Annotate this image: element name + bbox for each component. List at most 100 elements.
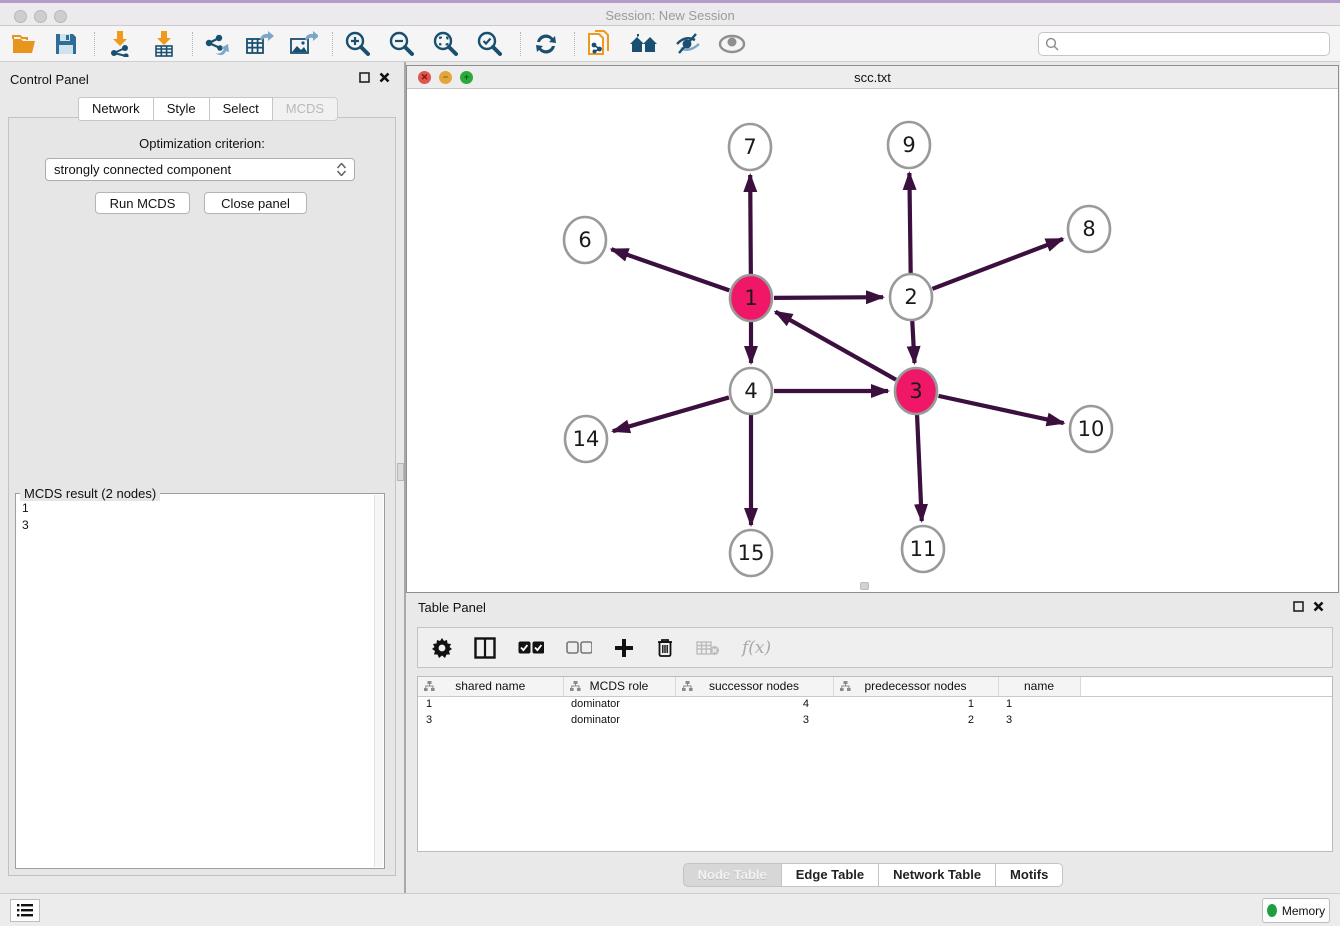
graph-node-1[interactable]: 1 [730, 275, 772, 321]
function-builder-icon: f(x) [742, 634, 771, 662]
graph-edge-2-3[interactable] [912, 320, 914, 363]
float-panel-icon[interactable] [359, 72, 370, 83]
graph-node-label: 11 [910, 537, 937, 561]
zoom-out-icon[interactable] [384, 30, 420, 58]
tab-edge-table[interactable]: Edge Table [782, 863, 879, 887]
column-header-predecessor-nodes[interactable]: predecessor nodes [833, 677, 998, 696]
table-toolbar: f(x) [417, 627, 1333, 668]
graph-edge-3-11[interactable] [917, 414, 922, 521]
table-row[interactable]: 3dominator323 [418, 712, 1332, 728]
network-graph-svg[interactable]: 7 9 6 8 1 2 4 3 14 10 15 11 [407, 89, 1338, 592]
splitter-grip[interactable] [397, 463, 404, 481]
graph-node-2[interactable]: 2 [890, 274, 932, 320]
column-header-name[interactable]: name [998, 677, 1080, 696]
graph-node-8[interactable]: 8 [1068, 206, 1110, 252]
column-layout-icon[interactable] [474, 634, 496, 662]
zoom-selected-icon[interactable] [472, 30, 508, 58]
float-table-panel-icon[interactable] [1293, 601, 1304, 612]
close-panel-button[interactable]: Close panel [204, 192, 307, 214]
column-header-successor-nodes[interactable]: successor nodes [675, 677, 833, 696]
tab-network[interactable]: Network [78, 97, 154, 121]
result-scrollbar[interactable] [374, 495, 383, 867]
tab-motifs[interactable]: Motifs [996, 863, 1063, 887]
export-image-icon[interactable] [286, 30, 322, 58]
close-table-panel-icon[interactable] [1313, 601, 1324, 612]
close-panel-icon[interactable] [379, 72, 390, 83]
graph-node-3[interactable]: 3 [895, 368, 937, 414]
graph-edge-3-10[interactable] [938, 396, 1063, 423]
show-panel-eye-icon[interactable] [714, 30, 750, 58]
graph-node-4[interactable]: 4 [730, 368, 772, 414]
table-row[interactable]: 1dominator411 [418, 696, 1332, 712]
graph-edge-1-2[interactable] [774, 297, 883, 298]
export-table-icon[interactable] [242, 30, 278, 58]
node-table[interactable]: shared nameMCDS rolesuccessor nodesprede… [417, 676, 1333, 852]
graph-node-14[interactable]: 14 [565, 416, 607, 462]
table-panel-title: Table Panel [418, 600, 486, 615]
graph-node-11[interactable]: 11 [902, 526, 944, 572]
graph-node-9[interactable]: 9 [888, 122, 930, 168]
column-header-MCDS-role[interactable]: MCDS role [563, 677, 675, 696]
graph-edge-1-6[interactable] [611, 249, 729, 290]
graph-edge-2-8[interactable] [932, 239, 1062, 289]
window-titlebar: Session: New Session [0, 0, 1340, 26]
table-cell[interactable]: 3 [418, 712, 563, 728]
table-cell[interactable]: 3 [998, 712, 1080, 728]
memory-button[interactable]: Memory [1262, 898, 1330, 923]
deselect-all-icon[interactable] [566, 634, 592, 662]
graph-node-label: 4 [744, 379, 757, 403]
graph-node-7[interactable]: 7 [729, 124, 771, 170]
home-icon[interactable] [626, 30, 662, 58]
table-cell[interactable]: 1 [833, 696, 998, 712]
search-icon [1045, 37, 1059, 51]
mcds-tab-content: Optimization criterion: strongly connect… [8, 117, 396, 876]
zoom-in-icon[interactable] [340, 30, 376, 58]
table-cell[interactable]: 1 [418, 696, 563, 712]
table-cell[interactable]: 2 [833, 712, 998, 728]
run-mcds-button[interactable]: Run MCDS [95, 192, 190, 214]
refresh-layout-icon[interactable] [528, 30, 564, 58]
network-window-titlebar[interactable]: ✕ − + scc.txt [407, 66, 1338, 89]
fit-content-icon[interactable] [428, 30, 464, 58]
delete-column-icon[interactable] [656, 634, 674, 662]
graph-node-label: 6 [578, 228, 591, 252]
graph-edge-2-9[interactable] [909, 173, 910, 274]
hide-panel-eye-icon[interactable] [670, 30, 706, 58]
tab-node-table[interactable]: Node Table [683, 863, 782, 887]
graph-edge-3-1[interactable] [775, 312, 896, 380]
table-cell[interactable]: dominator [563, 712, 675, 728]
graph-edge-4-14[interactable] [613, 397, 729, 431]
tab-select[interactable]: Select [210, 97, 273, 121]
mcds-result-text[interactable]: 1 3 [22, 500, 370, 864]
mcds-result-legend: MCDS result (2 nodes) [20, 486, 160, 501]
table-cell[interactable]: 3 [675, 712, 833, 728]
column-header-shared-name[interactable]: shared name [418, 677, 563, 696]
import-table-icon[interactable] [146, 30, 182, 58]
graph-node-label: 2 [904, 285, 917, 309]
open-session-icon[interactable] [6, 30, 42, 58]
search-input[interactable] [1063, 37, 1329, 51]
graph-node-10[interactable]: 10 [1070, 406, 1112, 452]
table-cell[interactable]: 1 [998, 696, 1080, 712]
graph-edge-1-7[interactable] [750, 175, 751, 275]
tab-mcds[interactable]: MCDS [273, 97, 338, 121]
table-cell[interactable]: 4 [675, 696, 833, 712]
task-history-button[interactable] [10, 899, 40, 922]
search-field[interactable] [1038, 32, 1330, 56]
graph-node-15[interactable]: 15 [730, 530, 772, 576]
tab-style[interactable]: Style [154, 97, 210, 121]
network-canvas[interactable]: 7 9 6 8 1 2 4 3 14 10 15 11 [407, 89, 1338, 592]
tab-network-table[interactable]: Network Table [879, 863, 996, 887]
settings-gear-icon[interactable] [432, 634, 452, 662]
canvas-horizontal-scrollbar[interactable] [860, 582, 869, 590]
save-session-icon[interactable] [48, 30, 84, 58]
table-cell[interactable]: dominator [563, 696, 675, 712]
import-network-icon[interactable] [102, 30, 138, 58]
export-network-icon[interactable] [198, 30, 234, 58]
column-header-label: name [1024, 679, 1054, 693]
add-column-icon[interactable] [614, 634, 634, 662]
graph-node-6[interactable]: 6 [564, 217, 606, 263]
network-file-icon[interactable] [582, 30, 618, 58]
criterion-dropdown[interactable]: strongly connected component [45, 158, 355, 181]
select-all-icon[interactable] [518, 634, 544, 662]
